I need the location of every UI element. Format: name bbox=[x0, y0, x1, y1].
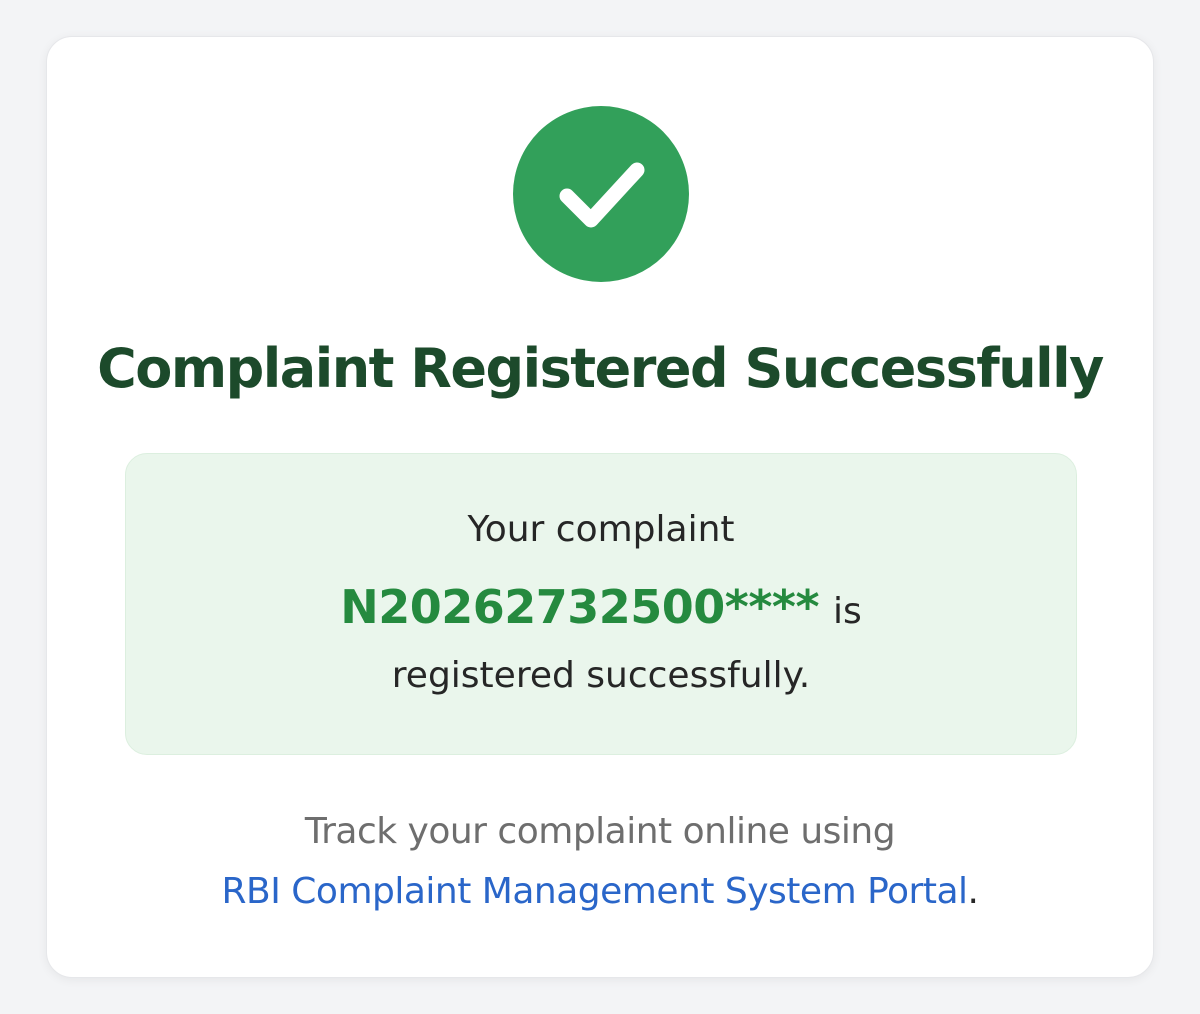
tracking-instruction: Track your complaint online using bbox=[304, 811, 896, 852]
success-checkmark-icon bbox=[513, 106, 689, 282]
trailing-period: . bbox=[967, 871, 979, 912]
checkmark-icon bbox=[559, 162, 645, 228]
message-line-2: N20262732500**** is bbox=[126, 576, 1076, 649]
message-line-3: registered successfully. bbox=[391, 655, 811, 696]
page-title: Complaint Registered Successfully bbox=[97, 337, 1104, 400]
success-card: Complaint Registered Successfully Your c… bbox=[46, 36, 1154, 978]
complaint-number: N20262732500**** bbox=[340, 580, 820, 634]
rbi-portal-link[interactable]: RBI Complaint Management System Portal bbox=[222, 871, 969, 912]
message-line-1: Your complaint bbox=[467, 509, 735, 550]
portal-link-line: RBI Complaint Management System Portal. bbox=[47, 867, 1153, 917]
confirmation-message-box: Your complaint N20262732500**** is regist… bbox=[125, 453, 1077, 755]
message-is-text: is bbox=[833, 591, 862, 632]
